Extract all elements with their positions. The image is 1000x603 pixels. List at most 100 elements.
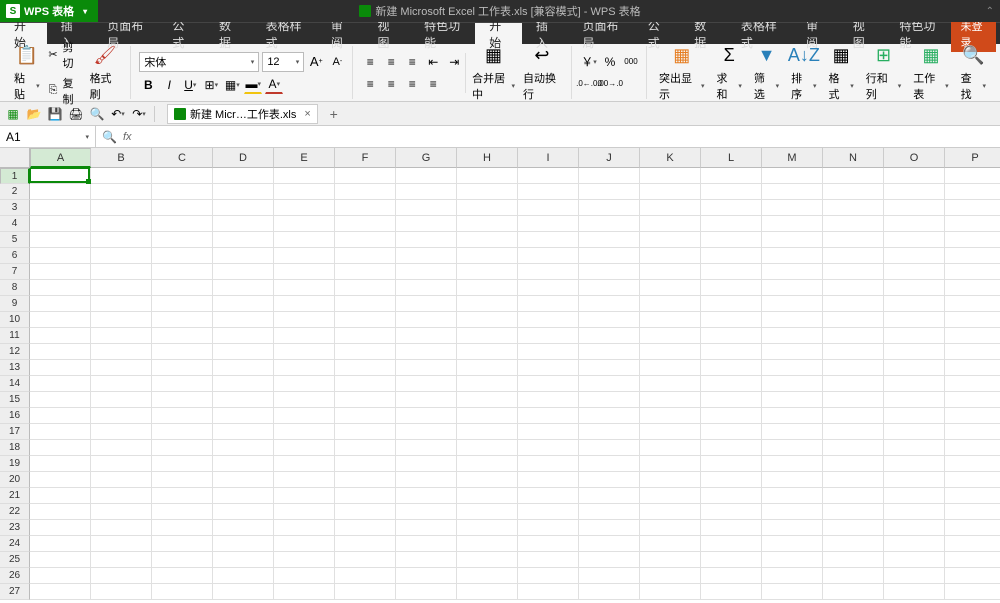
cell[interactable]: [30, 360, 91, 376]
cell[interactable]: [274, 392, 335, 408]
cell[interactable]: [762, 536, 823, 552]
cell[interactable]: [152, 312, 213, 328]
cell[interactable]: [213, 424, 274, 440]
row-header-18[interactable]: 18: [0, 440, 30, 456]
cell[interactable]: [884, 232, 945, 248]
decrease-decimal-button[interactable]: .00→.0: [601, 75, 619, 93]
cell[interactable]: [640, 584, 701, 600]
cell[interactable]: [762, 248, 823, 264]
cell[interactable]: [823, 536, 884, 552]
cell[interactable]: [91, 536, 152, 552]
cell[interactable]: [396, 568, 457, 584]
cell[interactable]: [640, 408, 701, 424]
cell[interactable]: [457, 552, 518, 568]
cell[interactable]: [213, 232, 274, 248]
cell[interactable]: [884, 392, 945, 408]
cell[interactable]: [640, 360, 701, 376]
cell[interactable]: [640, 184, 701, 200]
cell[interactable]: [396, 408, 457, 424]
redo-button[interactable]: ↷▾: [130, 105, 148, 123]
cell[interactable]: [518, 568, 579, 584]
cell[interactable]: [579, 248, 640, 264]
cell[interactable]: [640, 520, 701, 536]
increase-indent-button[interactable]: ⇥: [445, 53, 463, 71]
cell[interactable]: [701, 520, 762, 536]
cell[interactable]: [762, 568, 823, 584]
cell[interactable]: [945, 488, 1000, 504]
cell[interactable]: [701, 408, 762, 424]
cell[interactable]: [30, 184, 91, 200]
cell[interactable]: [274, 520, 335, 536]
cell[interactable]: [518, 184, 579, 200]
cell[interactable]: [945, 472, 1000, 488]
cell[interactable]: [457, 168, 518, 184]
col-header-E[interactable]: E: [274, 148, 335, 168]
sum-button[interactable]: Σ求和▾: [713, 42, 746, 104]
cell[interactable]: [884, 312, 945, 328]
cell[interactable]: [823, 392, 884, 408]
row-header-12[interactable]: 12: [0, 344, 30, 360]
cell[interactable]: [91, 552, 152, 568]
cell[interactable]: [30, 216, 91, 232]
cell[interactable]: [91, 296, 152, 312]
cell[interactable]: [701, 296, 762, 312]
cell[interactable]: [274, 536, 335, 552]
cell[interactable]: [945, 232, 1000, 248]
cell[interactable]: [579, 456, 640, 472]
cell[interactable]: [152, 552, 213, 568]
cell[interactable]: [457, 536, 518, 552]
cell[interactable]: [701, 472, 762, 488]
cell[interactable]: [396, 584, 457, 600]
cell[interactable]: [396, 376, 457, 392]
cell[interactable]: [396, 456, 457, 472]
collapse-ribbon-icon[interactable]: ⌃: [986, 6, 994, 17]
app-brand[interactable]: S WPS 表格 ▾: [0, 0, 98, 22]
cell[interactable]: [884, 248, 945, 264]
row-header-3[interactable]: 3: [0, 200, 30, 216]
cell[interactable]: [335, 392, 396, 408]
cell[interactable]: [213, 264, 274, 280]
cell[interactable]: [823, 232, 884, 248]
save-button[interactable]: 💾: [46, 105, 64, 123]
cell[interactable]: [762, 216, 823, 232]
cell[interactable]: [335, 456, 396, 472]
cell[interactable]: [152, 520, 213, 536]
col-header-J[interactable]: J: [579, 148, 640, 168]
row-header-7[interactable]: 7: [0, 264, 30, 280]
cell[interactable]: [640, 200, 701, 216]
cell[interactable]: [579, 440, 640, 456]
cell[interactable]: [823, 360, 884, 376]
cell[interactable]: [945, 280, 1000, 296]
cell[interactable]: [518, 280, 579, 296]
cell[interactable]: [579, 392, 640, 408]
cell[interactable]: [823, 184, 884, 200]
cell[interactable]: [457, 504, 518, 520]
cell[interactable]: [640, 392, 701, 408]
cell[interactable]: [823, 488, 884, 504]
cell[interactable]: [335, 472, 396, 488]
cell[interactable]: [91, 424, 152, 440]
format-painter-button[interactable]: 🖌 格式刷: [86, 42, 125, 104]
cell[interactable]: [579, 296, 640, 312]
col-header-K[interactable]: K: [640, 148, 701, 168]
format-button[interactable]: ▦格式▾: [824, 42, 857, 104]
align-left-button[interactable]: ≡: [361, 75, 379, 93]
cell[interactable]: [762, 312, 823, 328]
cell[interactable]: [396, 232, 457, 248]
cell[interactable]: [518, 440, 579, 456]
cell[interactable]: [91, 408, 152, 424]
cell[interactable]: [640, 424, 701, 440]
cell[interactable]: [945, 168, 1000, 184]
cell[interactable]: [274, 408, 335, 424]
cell[interactable]: [152, 296, 213, 312]
menu-item-2[interactable]: 页面布局: [568, 23, 633, 44]
cell[interactable]: [945, 392, 1000, 408]
cell[interactable]: [884, 584, 945, 600]
cell[interactable]: [30, 328, 91, 344]
cell[interactable]: [335, 248, 396, 264]
cell[interactable]: [335, 584, 396, 600]
find-button[interactable]: 🔍查找▾: [957, 42, 990, 104]
menu-item-5[interactable]: 表格样式: [252, 23, 317, 44]
cell[interactable]: [335, 504, 396, 520]
cell[interactable]: [701, 200, 762, 216]
